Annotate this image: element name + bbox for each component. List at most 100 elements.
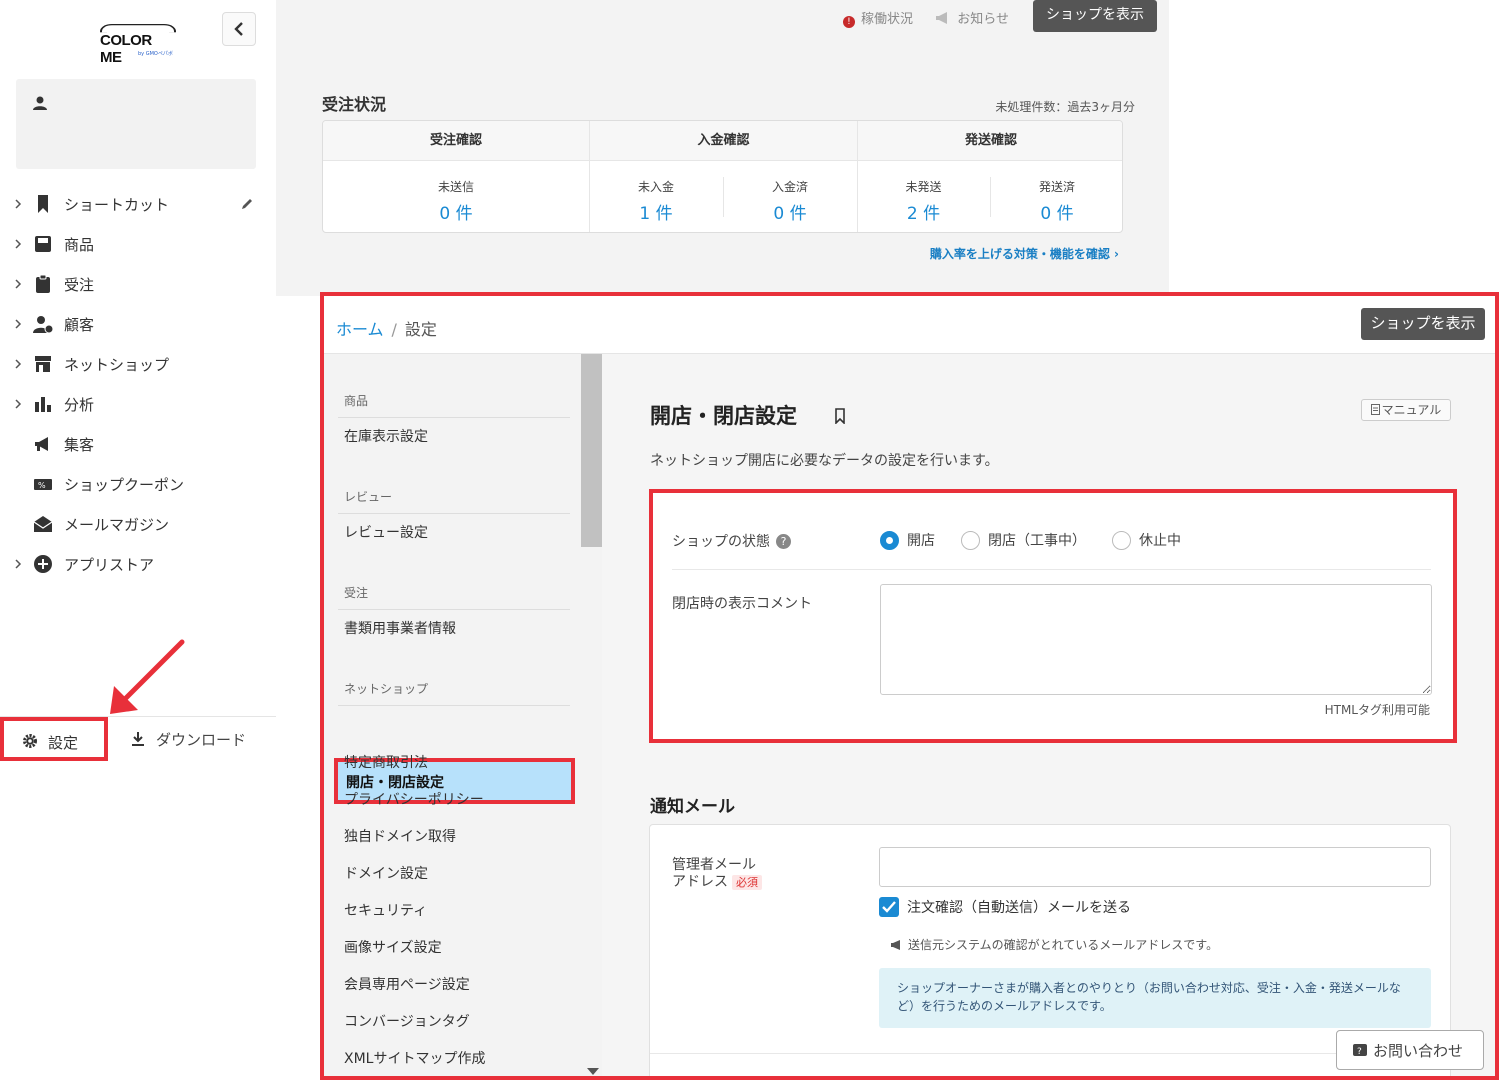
chevron-right-icon [15,239,22,249]
subnav-item-conversion-tag[interactable]: コンバージョンタグ [344,1011,470,1031]
checkbox-checked-icon [879,897,899,917]
help-icon[interactable]: ? [776,534,791,549]
cell-value[interactable]: 0 件 [323,199,589,224]
order-cell-unshipped[interactable]: 未発送 2 件 [857,161,990,232]
sidebar-item-analytics[interactable]: 分析 [0,384,276,424]
admin-email-label: 管理者メール アドレス 必須 [672,857,762,891]
status-link[interactable]: ! 稼働状況 [842,8,913,28]
radio-suspended[interactable]: 休止中 [1112,530,1181,550]
download-icon [132,732,144,746]
bookmark-icon[interactable] [834,408,846,424]
collapse-sidebar-button[interactable] [222,12,256,46]
sidebar-item-orders[interactable]: 受注 [0,264,276,304]
sidebar-item-netshop[interactable]: ネットショップ [0,344,276,384]
settings-button[interactable]: 設定 [0,717,108,761]
orders-status-note: 未処理件数：過去3ヶ月分 [995,100,1135,114]
sidebar-item-appstore[interactable]: アプリストア [0,544,276,584]
purchase-rate-link[interactable]: 購入率を上げる対策・機能を確認 › [930,245,1119,262]
product-box-icon [35,236,51,252]
chevron-right-icon [15,319,22,329]
coupon-icon: % [34,479,52,490]
orders-status-card: 受注確認 入金確認 発送確認 未送信 0 件 未入金 1 件 入金済 0 件 未… [322,120,1123,233]
payment-confirm-header: 入金確認 [589,121,857,161]
order-confirm-mail-checkbox[interactable]: 注文確認（自動送信）メールを送る [879,897,1131,917]
user-info-box[interactable] [16,79,256,169]
notice-link[interactable]: お知らせ [935,8,1009,27]
shop-state-card: ショップの状態? 開店 閉店（工事中） 休止中 閉店時の表示コメント HTMLタ… [649,489,1457,743]
cell-key: 未発送 [905,180,942,194]
top-bar: ! 稼働状況 お知らせ ショップを表示 [557,0,1157,32]
order-cell-unpaid[interactable]: 未入金 1 件 [589,161,723,232]
sidebar-item-marketing[interactable]: 集客 [0,424,276,464]
bar-chart-icon [35,397,51,412]
scrollbar-thumb[interactable] [581,354,603,547]
subnav-item-xml-sitemap[interactable]: XMLサイトマップ作成 [344,1048,485,1068]
pencil-icon[interactable] [240,197,254,211]
subnav-item-member-page[interactable]: 会員専用ページ設定 [344,974,470,994]
divider [338,417,570,418]
breadcrumb-current: 設定 [404,320,437,339]
subnav-item-stock-display[interactable]: 在庫表示設定 [344,426,428,446]
orders-status-title: 受注状況 [322,95,387,114]
divider [672,569,1431,570]
sidebar-item-products[interactable]: 商品 [0,224,276,264]
logo-text: COLOR ME [100,32,152,66]
sidebar-item-label: 顧客 [64,316,95,334]
cell-value[interactable]: 2 件 [857,199,990,224]
subnav-item-business-info[interactable]: 書類用事業者情報 [344,618,456,638]
sidebar-item-coupon[interactable]: % ショップクーポン [0,464,276,504]
chevron-right-icon [15,359,22,369]
admin-email-label-line2: アドレス [672,874,728,890]
chevron-left-icon [234,22,243,36]
sidebar-item-label: ショートカット [64,196,170,214]
manual-button[interactable]: マニュアル [1361,399,1451,421]
sidebar-item-shortcut[interactable]: ショートカット [0,184,276,224]
chevron-right-icon [15,279,22,289]
radio-open[interactable]: 開店 [880,530,935,550]
colorme-logo[interactable]: COLOR ME by GMOペパボ [100,24,176,66]
admin-email-input[interactable] [879,847,1431,887]
sidebar-item-label: ショップクーポン [64,476,185,494]
sender-note-text: 送信元システムの確認がとれているメールアドレスです。 [908,938,1219,952]
sidebar-item-label: 受注 [64,276,95,294]
subnav-item-domain-settings[interactable]: ドメイン設定 [344,863,428,883]
clipboard-icon [36,274,50,293]
radio-closed-construction[interactable]: 閉店（工事中） [961,530,1086,550]
view-shop-button[interactable]: ショップを表示 [1361,308,1485,340]
question-icon: ? [1353,1044,1367,1057]
email-info-box: ショップオーナーさまが購入者とのやりとり（お問い合わせ対応、受注・入金・発送メー… [879,968,1431,1028]
sidebar-item-mailmagazine[interactable]: メールマガジン [0,504,276,544]
sender-note: 送信元システムの確認がとれているメールアドレスです。 [890,936,1218,953]
contact-button[interactable]: ? お問い合わせ [1336,1030,1484,1070]
sidebar-item-label: メールマガジン [64,516,170,534]
order-cell-paid[interactable]: 入金済 0 件 [723,161,857,232]
subnav-item-security[interactable]: セキュリティ [344,900,427,920]
order-cell-shipped[interactable]: 発送済 0 件 [990,161,1122,232]
closed-comment-label: 閉店時の表示コメント [672,596,812,612]
plus-circle-icon [34,555,52,573]
radio-unselected-icon [961,531,980,550]
cell-value[interactable]: 0 件 [990,199,1122,224]
cell-value[interactable]: 0 件 [723,199,857,224]
bookmark-icon [38,195,48,213]
order-cell-unsent[interactable]: 未送信 0 件 [323,161,589,232]
subnav-item-privacy-policy[interactable]: プライバシーポリシー [344,789,484,809]
closed-comment-textarea[interactable] [880,584,1432,695]
breadcrumb-separator: / [391,320,397,339]
breadcrumb-home[interactable]: ホーム [336,320,384,339]
divider [338,609,570,610]
subnav-item-image-size[interactable]: 画像サイズ設定 [344,937,442,957]
cell-key: 未入金 [637,180,674,194]
subnav-category: 受注 [344,586,369,600]
chevron-right-icon [15,559,22,569]
view-shop-button[interactable]: ショップを表示 [1033,0,1157,32]
sidebar-item-customers[interactable]: 顧客 [0,304,276,344]
contact-label: お問い合わせ [1373,1042,1464,1060]
subnav-item-domain-acquire[interactable]: 独自ドメイン取得 [344,826,456,846]
scroll-down-arrow-icon[interactable] [587,1068,599,1075]
subnav-item-review[interactable]: レビュー設定 [344,522,428,542]
subnav-item-commerce-law[interactable]: 特定商取引法 [344,752,428,772]
status-label: 稼働状況 [860,12,913,27]
notify-mail-title: 通知メール [650,797,735,817]
cell-value[interactable]: 1 件 [589,199,723,224]
